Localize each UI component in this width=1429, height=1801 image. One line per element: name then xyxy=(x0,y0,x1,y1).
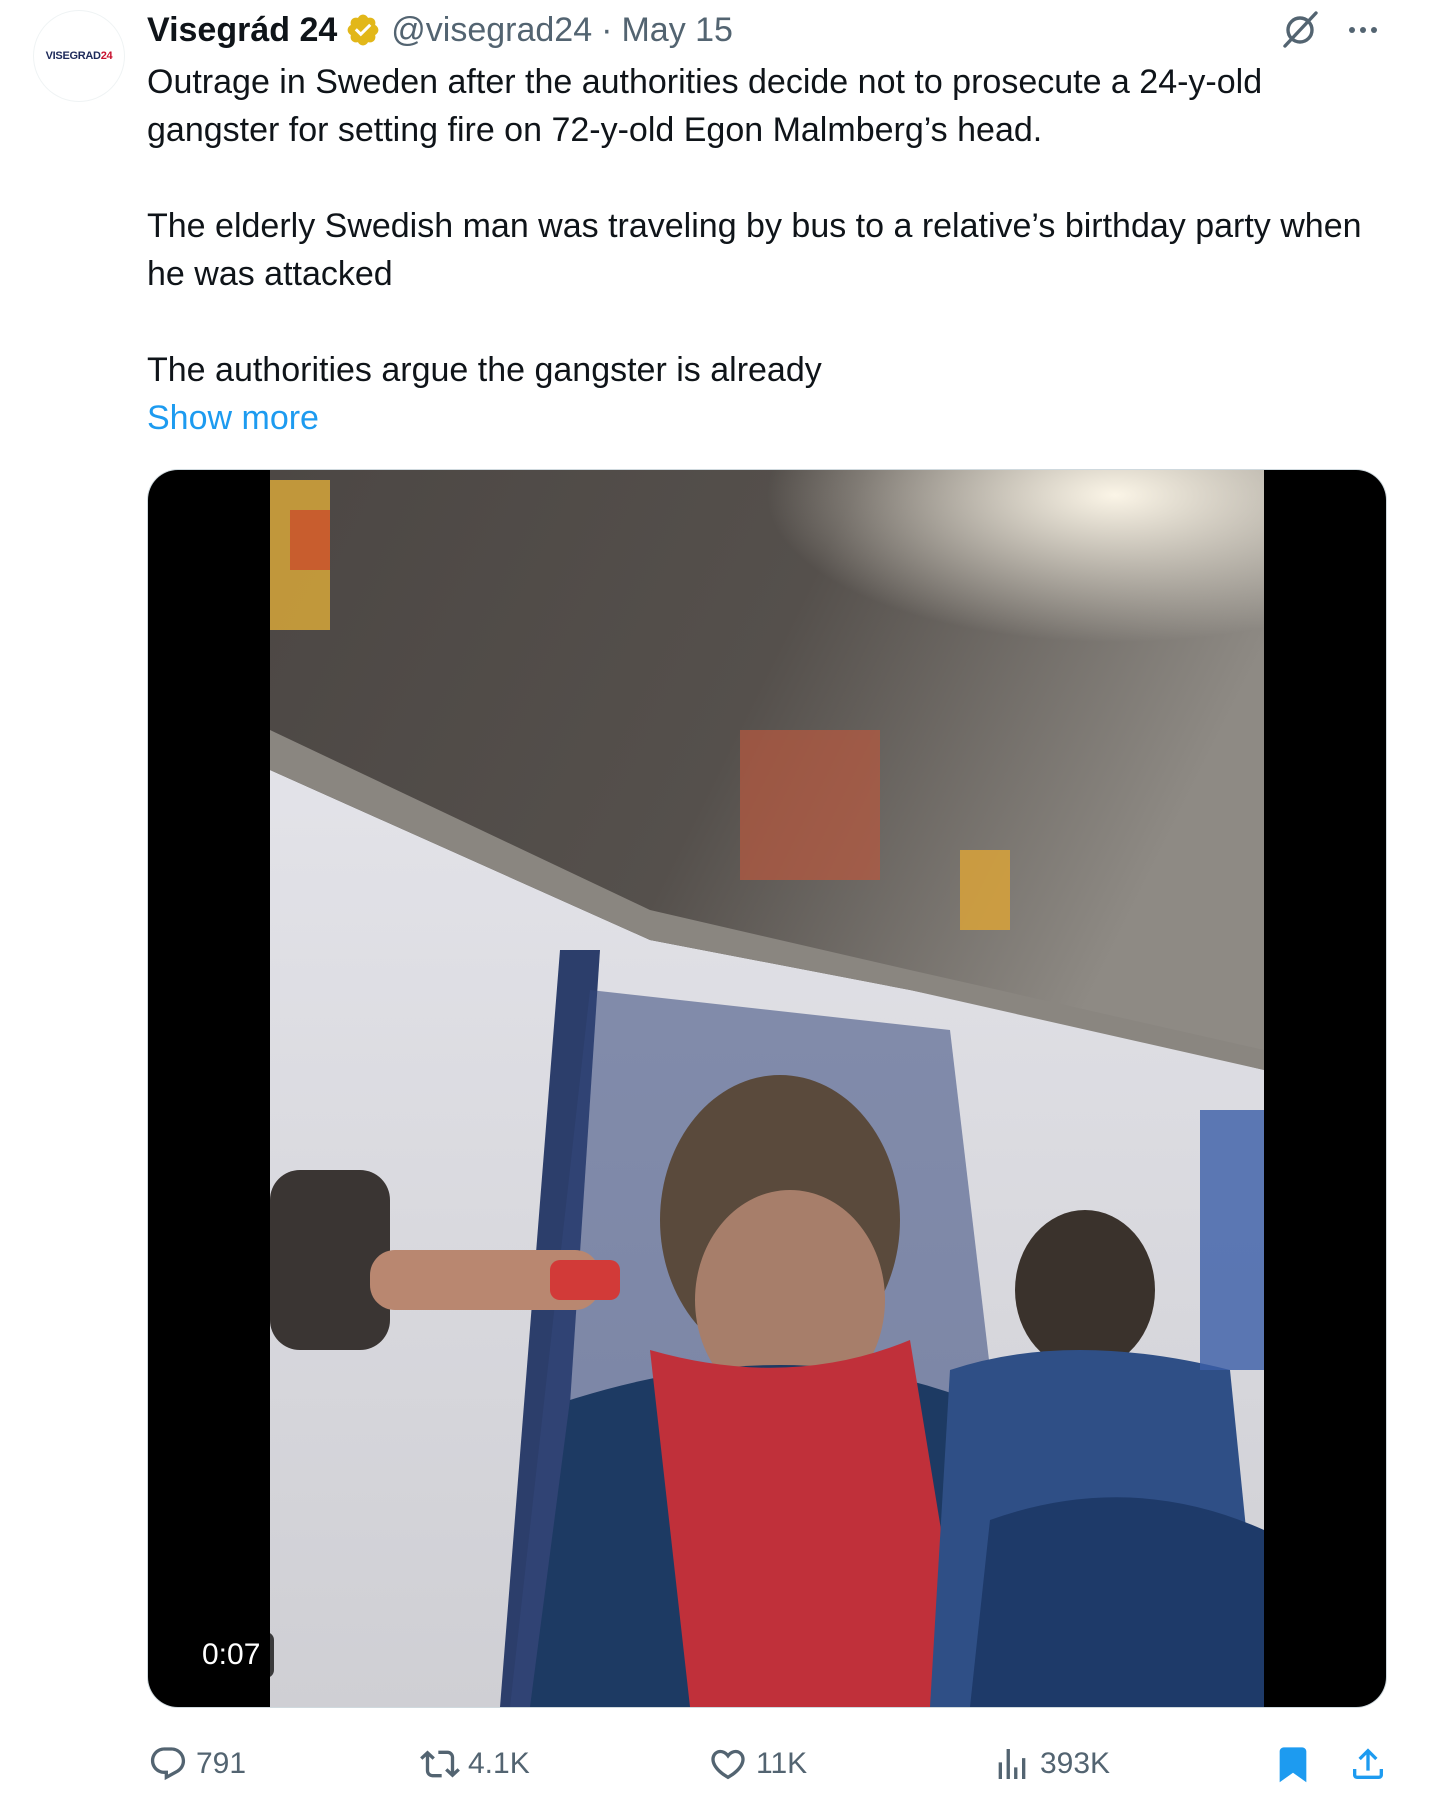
reply-count: 791 xyxy=(196,1747,247,1780)
tweet-body: Outrage in Sweden after the authorities … xyxy=(147,58,1387,394)
reply-icon xyxy=(150,1747,186,1781)
share-button[interactable] xyxy=(1348,1736,1396,1792)
bookmark-button[interactable] xyxy=(1273,1736,1321,1792)
tweet-actions: 791 4.1K 11K 393K xyxy=(148,1736,1388,1792)
bookmark-icon xyxy=(1279,1747,1307,1783)
views-chart-icon xyxy=(998,1749,1026,1779)
views-count: 393K xyxy=(1040,1747,1111,1780)
tweet-paragraph: The elderly Swedish man was traveling by… xyxy=(147,207,1362,293)
retweet-button[interactable]: 4.1K xyxy=(420,1736,530,1792)
author-name[interactable]: Visegrád 24 xyxy=(147,11,337,50)
more-dots-icon[interactable] xyxy=(1340,10,1386,50)
author-avatar[interactable]: VISEGRAD24 xyxy=(33,10,125,102)
tweet-paragraph: Outrage in Sweden after the authorities … xyxy=(147,63,1263,149)
avatar-logo: VISEGRAD24 xyxy=(45,50,113,62)
video-frame xyxy=(270,470,1264,1707)
like-count: 11K xyxy=(756,1747,808,1780)
verified-badge-icon[interactable] xyxy=(345,12,381,48)
like-button[interactable]: 11K xyxy=(708,1736,807,1792)
video-player[interactable]: 0:07 xyxy=(148,470,1386,1707)
heart-icon xyxy=(711,1749,745,1780)
reply-button[interactable]: 791 xyxy=(148,1736,246,1792)
retweet-count: 4.1K xyxy=(468,1747,530,1780)
header-separator: · xyxy=(601,10,613,49)
video-duration: 0:07 xyxy=(188,1632,275,1678)
author-handle[interactable]: @visegrad24 xyxy=(391,11,592,50)
tweet-header: Visegrád 24 @visegrad24 · May 15 xyxy=(147,8,733,52)
share-icon xyxy=(1353,1748,1383,1779)
views-button[interactable]: 393K xyxy=(992,1736,1110,1792)
show-more-link[interactable]: Show more xyxy=(147,394,319,442)
tweet-date[interactable]: May 15 xyxy=(621,11,733,50)
tweet-paragraph: The authorities argue the gangster is al… xyxy=(147,351,822,389)
grok-icon[interactable] xyxy=(1276,6,1324,54)
retweet-icon xyxy=(420,1750,460,1778)
